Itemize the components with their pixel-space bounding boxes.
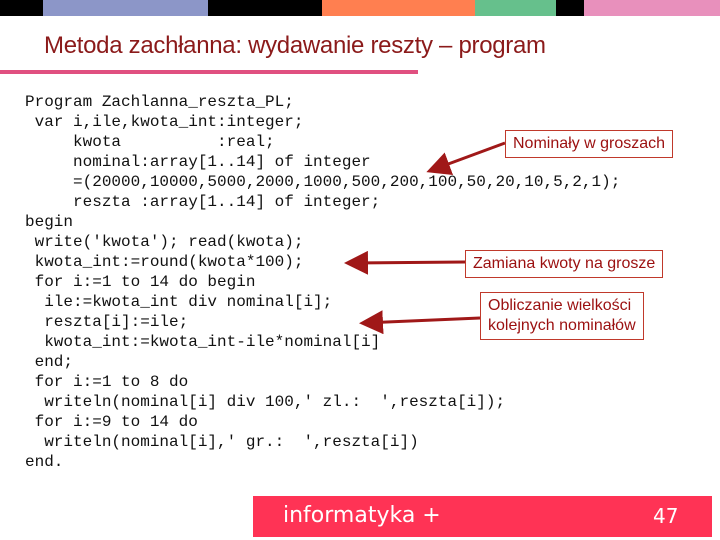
slide-title: Metoda zachłanna: wydawanie reszty – pro… [44, 32, 546, 59]
callout-conversion-text: Zamiana kwoty na grosze [473, 255, 656, 272]
code-line: write('kwota'); read(kwota); [25, 233, 304, 251]
code-line: reszta :array[1..14] of integer; [25, 193, 381, 211]
top-bar-segment [584, 0, 720, 16]
top-bar-segment [322, 0, 475, 16]
code-line: writeln(nominal[i],' gr.: ',reszta[i]) [25, 433, 419, 451]
top-bar-segment [0, 0, 43, 16]
code-line: var i,ile,kwota_int:integer; [25, 113, 304, 131]
code-line: Program Zachlanna_reszta_PL; [25, 93, 294, 111]
top-bar-segment [475, 0, 556, 16]
callout-conversion: Zamiana kwoty na grosze [465, 250, 664, 278]
top-bar-segment [208, 0, 322, 16]
title-underline [0, 70, 418, 74]
code-line: end. [25, 453, 64, 471]
code-line: end; [25, 353, 74, 371]
callout-nominals-text: Nominały w groszach [513, 135, 666, 152]
footer-brand: informatyka + [283, 503, 441, 528]
code-line: begin [25, 213, 74, 231]
code-line: for i:=1 to 8 do [25, 373, 189, 391]
code-line: writeln(nominal[i] div 100,' zl.: ',resz… [25, 393, 506, 411]
page-number: 47 [653, 504, 679, 528]
callout-counting-line2: kolejnych nominałów [488, 317, 636, 334]
callout-nominals: Nominały w groszach [505, 130, 674, 158]
code-line: for i:=9 to 14 do [25, 413, 198, 431]
top-color-bar [0, 0, 720, 16]
callout-counting-line1: Obliczanie wielkości [488, 297, 632, 314]
footer-bar: informatyka + 47 [253, 496, 712, 537]
top-bar-segment [43, 0, 208, 16]
top-bar-segment [556, 0, 584, 16]
callout-counting: Obliczanie wielkości kolejnych nominałów [480, 292, 644, 340]
code-line: =(20000,10000,5000,2000,1000,500,200,100… [25, 173, 621, 191]
